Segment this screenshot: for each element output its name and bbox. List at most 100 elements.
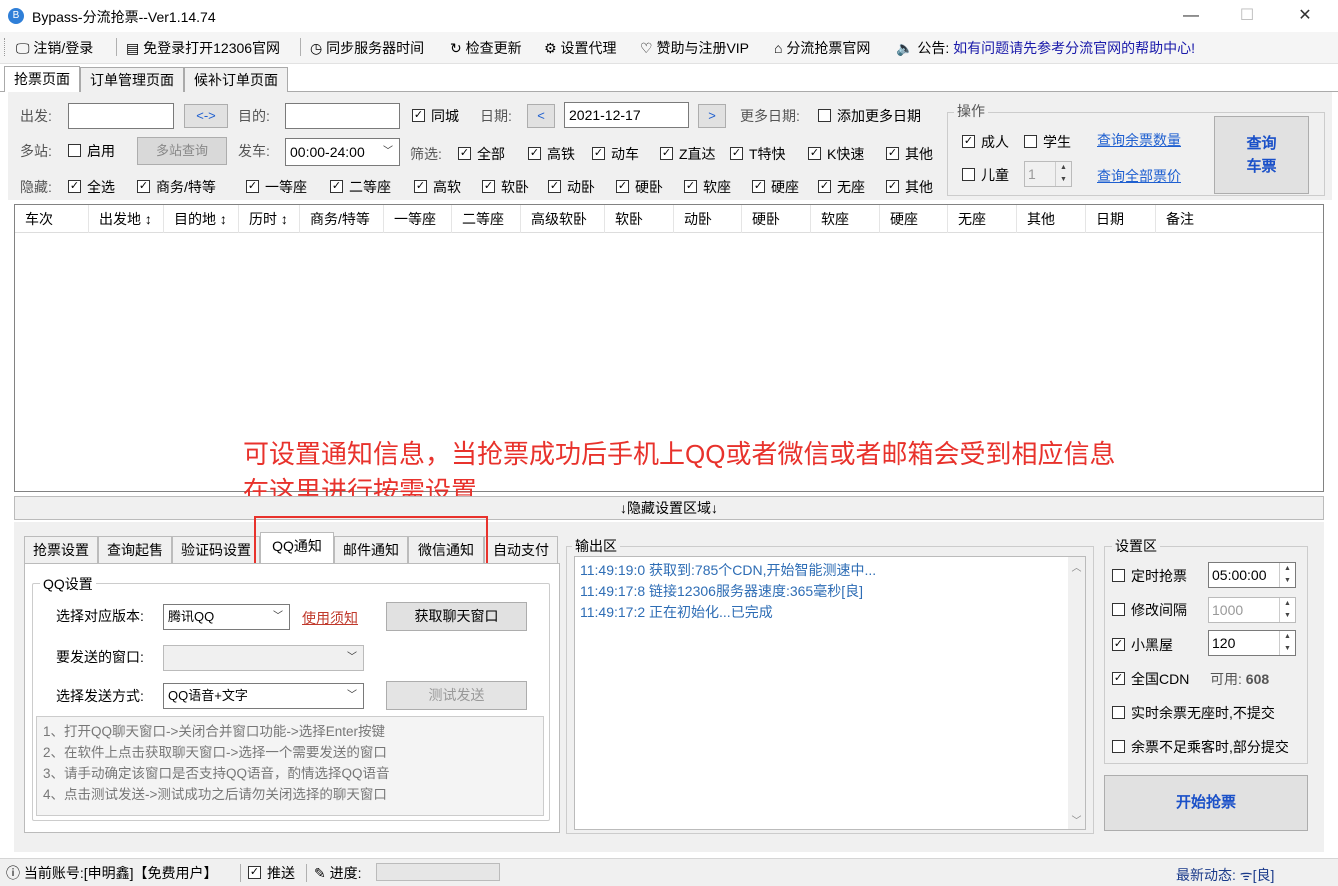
query-remaining-link[interactable]: 查询余票数量 <box>1097 130 1181 150</box>
enable-multi-checkbox[interactable]: 启用 <box>68 141 115 161</box>
blackroom-checkbox[interactable]: 小黑屋 <box>1112 635 1173 655</box>
push-checkbox[interactable]: 推送 <box>248 864 295 882</box>
subtab-auto-pay[interactable]: 自动支付 <box>484 536 558 564</box>
add-more-dates-checkbox[interactable]: 添加更多日期 <box>818 106 921 126</box>
multi-query-button[interactable]: 多站查询 <box>137 137 227 165</box>
maximize-button[interactable]: ☐ <box>1224 4 1270 28</box>
tab-order-management[interactable]: 订单管理页面 <box>80 67 184 92</box>
col-no-seat[interactable]: 无座 <box>948 205 1017 233</box>
filter-k-checkbox[interactable]: K快速 <box>808 144 864 164</box>
hide-hard-seat-checkbox[interactable]: 硬座 <box>752 177 799 197</box>
log-scrollbar[interactable]: ︿ ﹀ <box>1068 557 1085 829</box>
timed-grab-checkbox[interactable]: 定时抢票 <box>1112 566 1187 586</box>
col-remark[interactable]: 备注 <box>1156 205 1323 233</box>
col-duration[interactable]: 历时 ↕ <box>239 205 300 233</box>
prev-date-button[interactable]: < <box>527 104 555 128</box>
col-other[interactable]: 其他 <box>1017 205 1086 233</box>
cdn-available-count: 608 <box>1245 671 1270 687</box>
subtab-captcha[interactable]: 验证码设置 <box>172 536 260 564</box>
tab-grab-tickets[interactable]: 抢票页面 <box>4 66 80 92</box>
date-input[interactable]: 2021-12-17 <box>564 102 689 128</box>
hide-option-label: 硬卧 <box>635 179 663 195</box>
menu-sync-time[interactable]: ◷ 同步服务器时间 <box>310 38 424 58</box>
filter-gaotie-checkbox[interactable]: 高铁 <box>528 144 575 164</box>
hide-hard-sleeper-checkbox[interactable]: 硬卧 <box>616 177 663 197</box>
hide-all-checkbox[interactable]: 全选 <box>68 177 115 197</box>
col-soft-seat[interactable]: 软座 <box>811 205 880 233</box>
hide-first-class-checkbox[interactable]: 一等座 <box>246 177 307 197</box>
col-premium-sleeper[interactable]: 高级软卧 <box>521 205 605 233</box>
col-to[interactable]: 目的地 ↕ <box>164 205 239 233</box>
filter-z-checkbox[interactable]: Z直达 <box>660 144 716 164</box>
hide-other-checkbox[interactable]: 其他 <box>886 177 933 197</box>
notice-text[interactable]: 如有问题请先参考分流官网的帮助中心! <box>953 40 1195 56</box>
usage-notice-link[interactable]: 使用须知 <box>302 608 358 628</box>
child-count-stepper[interactable]: 1 ▲ ▼ <box>1024 161 1072 187</box>
filter-t-checkbox[interactable]: T特快 <box>730 144 786 164</box>
partial-submit-checkbox[interactable]: 余票不足乘客时,部分提交 <box>1112 737 1289 757</box>
hide-no-seat-checkbox[interactable]: 无座 <box>818 177 865 197</box>
hide-soft-sleeper-checkbox[interactable]: 软卧 <box>482 177 529 197</box>
child-checkbox[interactable]: 儿童 <box>962 165 1009 185</box>
col-date[interactable]: 日期 <box>1086 205 1156 233</box>
col-from[interactable]: 出发地 ↕ <box>89 205 164 233</box>
tab-waitlist-orders[interactable]: 候补订单页面 <box>184 67 288 92</box>
qq-target-window-select[interactable]: ﹀ <box>163 645 364 671</box>
scroll-down-icon[interactable]: ﹀ <box>1068 812 1085 827</box>
hide-option-label: 商务/特等 <box>156 179 216 195</box>
menu-official[interactable]: ⌂ 分流抢票官网 <box>774 38 870 58</box>
timed-grab-stepper[interactable]: 05:00:00 ▲ ▼ <box>1208 562 1296 588</box>
subtab-grab-settings[interactable]: 抢票设置 <box>24 536 98 564</box>
qq-instructions: 1、打开QQ聊天窗口->关闭合并窗口功能->选择Enter按键 2、在软件上点击… <box>36 716 544 816</box>
hide-business-checkbox[interactable]: 商务/特等 <box>137 177 216 197</box>
minimize-button[interactable]: — <box>1168 4 1214 28</box>
col-train[interactable]: 车次 <box>15 205 89 233</box>
menu-proxy[interactable]: ⚙ 设置代理 <box>544 38 616 58</box>
checkbox-box <box>616 180 629 193</box>
col-second[interactable]: 二等座 <box>452 205 521 233</box>
subtab-query-sale[interactable]: 查询起售 <box>98 536 172 564</box>
realtime-noseat-checkbox[interactable]: 实时余票无座时,不提交 <box>1112 703 1275 723</box>
menu-open-12306[interactable]: ▤ 免登录打开12306官网 <box>126 38 280 58</box>
filter-dongche-checkbox[interactable]: 动车 <box>592 144 639 164</box>
filter-label-text: 高铁 <box>547 146 575 162</box>
to-input[interactable] <box>285 103 400 129</box>
menu-check-update[interactable]: ↻ 检查更新 <box>450 38 522 58</box>
depart-time-select[interactable]: 00:00-24:00 ﹀ <box>285 138 400 166</box>
col-hard-sleeper[interactable]: 硬卧 <box>742 205 811 233</box>
menu-sponsor[interactable]: ♡ 赞助与注册VIP <box>640 38 749 58</box>
hide-gaoruan-checkbox[interactable]: 高软 <box>414 177 461 197</box>
hide-dongwo-checkbox[interactable]: 动卧 <box>548 177 595 197</box>
adult-checkbox[interactable]: 成人 <box>962 132 1009 152</box>
scroll-up-icon[interactable]: ︿ <box>1068 559 1085 574</box>
menu-login[interactable]: 🖵 注销/登录 <box>16 38 93 58</box>
filter-all-checkbox[interactable]: 全部 <box>458 144 505 164</box>
col-first[interactable]: 一等座 <box>384 205 452 233</box>
qq-method-select[interactable]: QQ语音+文字 ﹀ <box>163 683 364 709</box>
col-hard-seat[interactable]: 硬座 <box>880 205 948 233</box>
start-grab-button[interactable]: 开始抢票 <box>1104 775 1308 831</box>
query-tickets-button[interactable]: 查询 车票 <box>1214 116 1309 194</box>
same-city-checkbox[interactable]: 同城 <box>412 106 459 126</box>
query-price-link[interactable]: 查询全部票价 <box>1097 166 1181 186</box>
hide-second-class-checkbox[interactable]: 二等座 <box>330 177 391 197</box>
cdn-checkbox[interactable]: 全国CDN <box>1112 669 1189 689</box>
swap-button[interactable]: <-> <box>184 104 228 128</box>
hide-soft-seat-checkbox[interactable]: 软座 <box>684 177 731 197</box>
filter-other-checkbox[interactable]: 其他 <box>886 144 933 164</box>
col-soft-sleeper[interactable]: 软卧 <box>605 205 674 233</box>
interval-checkbox[interactable]: 修改间隔 <box>1112 600 1187 620</box>
interval-stepper[interactable]: 1000 ▲ ▼ <box>1208 597 1296 623</box>
student-checkbox[interactable]: 学生 <box>1024 132 1071 152</box>
close-button[interactable]: ✕ <box>1282 4 1328 28</box>
from-input[interactable] <box>68 103 174 129</box>
monitor-icon: 🖵 <box>16 40 30 56</box>
col-business[interactable]: 商务/特等 <box>300 205 384 233</box>
blackroom-stepper[interactable]: 120 ▲ ▼ <box>1208 630 1296 656</box>
next-date-button[interactable]: > <box>698 104 726 128</box>
col-dongwo[interactable]: 动卧 <box>674 205 742 233</box>
qq-version-select[interactable]: 腾讯QQ ﹀ <box>163 604 290 630</box>
get-chat-window-button[interactable]: 获取聊天窗口 <box>386 602 527 631</box>
hide-settings-bar[interactable]: ↓隐藏设置区域↓ <box>14 496 1324 520</box>
test-send-button[interactable]: 测试发送 <box>386 681 527 710</box>
